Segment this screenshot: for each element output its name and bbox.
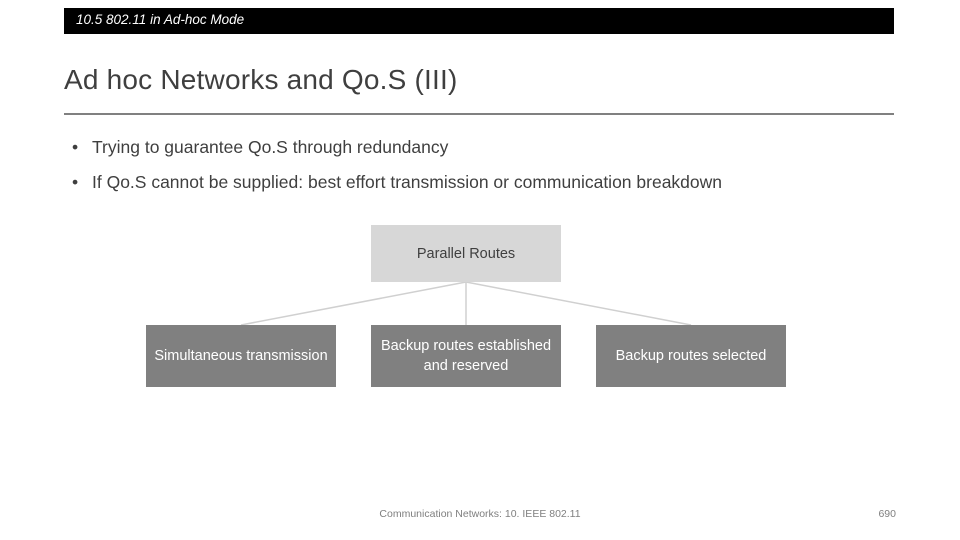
bullet-text: Trying to guarantee Qo.S through redunda… bbox=[92, 137, 449, 157]
footer-page-number: 690 bbox=[878, 508, 896, 520]
bullet-text: If Qo.S cannot be supplied: best effort … bbox=[92, 172, 723, 192]
footer-label: Communication Networks: 10. IEEE 802.11 bbox=[379, 508, 581, 520]
bullet-marker: • bbox=[72, 172, 79, 192]
diagram-node-simultaneous-transmission: Simultaneous transmission bbox=[146, 325, 336, 387]
bullet-marker: • bbox=[72, 137, 79, 157]
header-bar-label: 10.5 802.11 in Ad-hoc Mode bbox=[76, 12, 245, 27]
bullet-list: • Trying to guarantee Qo.S through redun… bbox=[64, 130, 904, 200]
title-divider bbox=[64, 113, 894, 115]
diagram-node-backup-routes-established: Backup routes established and reserved bbox=[371, 325, 561, 387]
diagram-node-root: Parallel Routes bbox=[371, 225, 561, 282]
hierarchy-diagram: Parallel Routes Simultaneous transmissio… bbox=[0, 215, 960, 415]
diagram-node-backup-routes-selected: Backup routes selected bbox=[596, 325, 786, 387]
header-bar: 10.5 802.11 in Ad-hoc Mode bbox=[64, 8, 894, 34]
list-item: • Trying to guarantee Qo.S through redun… bbox=[64, 130, 904, 165]
slide: 10.5 802.11 in Ad-hoc Mode Ad hoc Networ… bbox=[0, 0, 960, 540]
page-title: Ad hoc Networks and Qo.S (III) bbox=[64, 64, 458, 95]
list-item: • If Qo.S cannot be supplied: best effor… bbox=[64, 165, 904, 200]
